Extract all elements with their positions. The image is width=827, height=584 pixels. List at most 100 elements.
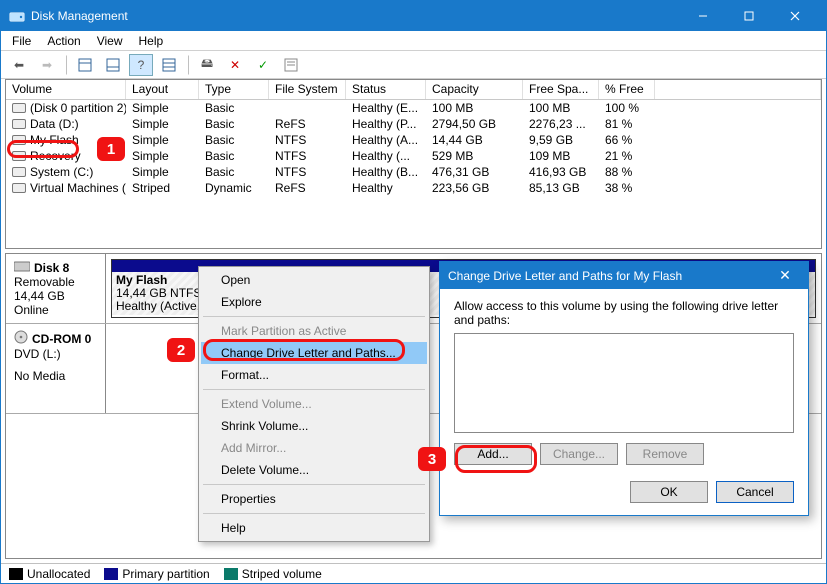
dialog-close-button[interactable]: ✕ bbox=[770, 267, 800, 284]
col-type[interactable]: Type bbox=[199, 80, 269, 99]
ctx-explore[interactable]: Explore bbox=[201, 291, 427, 313]
ctx-sep bbox=[203, 484, 425, 485]
volume-list[interactable]: Volume Layout Type File System Status Ca… bbox=[5, 79, 822, 249]
check-button[interactable]: ✓ bbox=[251, 54, 275, 76]
cdrom-title: CD-ROM 0 bbox=[32, 332, 91, 346]
volume-cell: 223,56 GB bbox=[426, 181, 523, 195]
disk-size: 14,44 GB bbox=[14, 289, 97, 303]
volume-cell: Healthy bbox=[346, 181, 426, 195]
ok-button[interactable]: OK bbox=[630, 481, 708, 503]
change-button: Change... bbox=[540, 443, 618, 465]
volume-cell: Healthy (B... bbox=[346, 165, 426, 179]
volume-cell: ReFS bbox=[269, 117, 346, 131]
remove-button: Remove bbox=[626, 443, 704, 465]
drive-icon bbox=[12, 103, 26, 113]
titlebar[interactable]: Disk Management bbox=[1, 1, 826, 31]
legend-swatch-primary bbox=[104, 568, 118, 580]
volume-cell: 100 % bbox=[599, 101, 655, 115]
close-button[interactable] bbox=[772, 1, 818, 31]
settings-button[interactable] bbox=[157, 54, 181, 76]
volume-cell: Dynamic bbox=[199, 181, 269, 195]
volume-cell: 476,31 GB bbox=[426, 165, 523, 179]
drive-icon bbox=[12, 167, 26, 177]
volume-cell: 88 % bbox=[599, 165, 655, 179]
dialog-title: Change Drive Letter and Paths for My Fla… bbox=[448, 269, 770, 283]
col-pct[interactable]: % Free bbox=[599, 80, 655, 99]
col-status[interactable]: Status bbox=[346, 80, 426, 99]
annotation-marker-3: 3 bbox=[418, 447, 446, 471]
ctx-open[interactable]: Open bbox=[201, 269, 427, 291]
context-menu[interactable]: Open Explore Mark Partition as Active Ch… bbox=[198, 266, 430, 542]
col-filler bbox=[655, 80, 821, 99]
volume-cell: Healthy (P... bbox=[346, 117, 426, 131]
volume-row[interactable]: My FlashSimpleBasicNTFSHealthy (A...14,4… bbox=[6, 132, 821, 148]
volume-cell: Basic bbox=[199, 165, 269, 179]
volume-row[interactable]: System (C:)SimpleBasicNTFSHealthy (B...4… bbox=[6, 164, 821, 180]
ctx-mark-active: Mark Partition as Active bbox=[201, 320, 427, 342]
volume-cell: 2276,23 ... bbox=[523, 117, 599, 131]
drive-icon bbox=[12, 151, 26, 161]
ctx-shrink[interactable]: Shrink Volume... bbox=[201, 415, 427, 437]
volume-cell: NTFS bbox=[269, 133, 346, 147]
forward-button[interactable]: ➡ bbox=[35, 54, 59, 76]
volume-cell: Simple bbox=[126, 165, 199, 179]
ctx-change-drive-letter[interactable]: Change Drive Letter and Paths... bbox=[201, 342, 427, 364]
legend: Unallocated Primary partition Striped vo… bbox=[1, 563, 826, 583]
col-volume[interactable]: Volume bbox=[6, 80, 126, 99]
volume-cell: Healthy (A... bbox=[346, 133, 426, 147]
disk-icon bbox=[14, 260, 30, 275]
volume-cell: 38 % bbox=[599, 181, 655, 195]
volume-cell: NTFS bbox=[269, 149, 346, 163]
col-layout[interactable]: Layout bbox=[126, 80, 199, 99]
ctx-help[interactable]: Help bbox=[201, 517, 427, 539]
disk-state: Online bbox=[14, 303, 97, 317]
toolbar-separator bbox=[65, 55, 67, 75]
volume-row[interactable]: Virtual Machines (...StripedDynamicReFSH… bbox=[6, 180, 821, 196]
cdrom-label: CD-ROM 0 DVD (L:) No Media bbox=[6, 324, 106, 413]
menu-help[interactable]: Help bbox=[132, 32, 171, 50]
volume-cell: 2794,50 GB bbox=[426, 117, 523, 131]
volume-row[interactable]: Data (D:)SimpleBasicReFSHealthy (P...279… bbox=[6, 116, 821, 132]
drive-icon bbox=[12, 183, 26, 193]
legend-swatch-striped bbox=[224, 568, 238, 580]
volume-cell: Healthy (E... bbox=[346, 101, 426, 115]
ctx-extend: Extend Volume... bbox=[201, 393, 427, 415]
volume-row[interactable]: RecoverySimpleBasicNTFSHealthy (...529 M… bbox=[6, 148, 821, 164]
help-button[interactable]: ? bbox=[129, 54, 153, 76]
dialog-titlebar[interactable]: Change Drive Letter and Paths for My Fla… bbox=[440, 262, 808, 289]
cdrom-icon bbox=[14, 330, 28, 347]
view-bottom-button[interactable] bbox=[101, 54, 125, 76]
properties-button[interactable] bbox=[279, 54, 303, 76]
legend-swatch-unallocated bbox=[9, 568, 23, 580]
back-button[interactable]: ⬅ bbox=[7, 54, 31, 76]
app-icon bbox=[9, 8, 25, 24]
col-fs[interactable]: File System bbox=[269, 80, 346, 99]
menu-action[interactable]: Action bbox=[40, 32, 87, 50]
ctx-properties[interactable]: Properties bbox=[201, 488, 427, 510]
volume-cell: 529 MB bbox=[426, 149, 523, 163]
volume-cell: Simple bbox=[126, 117, 199, 131]
maximize-button[interactable] bbox=[726, 1, 772, 31]
minimize-button[interactable] bbox=[680, 1, 726, 31]
paths-listbox[interactable] bbox=[454, 333, 794, 433]
disk-kind: Removable bbox=[14, 275, 97, 289]
delete-button[interactable]: ✕ bbox=[223, 54, 247, 76]
disk-8-label: Disk 8 Removable 14,44 GB Online bbox=[6, 254, 106, 323]
legend-striped: Striped volume bbox=[242, 567, 322, 581]
volume-cell: Virtual Machines (... bbox=[6, 181, 126, 195]
ctx-delete[interactable]: Delete Volume... bbox=[201, 459, 427, 481]
view-top-button[interactable] bbox=[73, 54, 97, 76]
volume-cell: (Disk 0 partition 2) bbox=[6, 101, 126, 115]
add-button[interactable]: Add... bbox=[454, 443, 532, 465]
ctx-format[interactable]: Format... bbox=[201, 364, 427, 386]
rescan-button[interactable]: 🖴 bbox=[195, 54, 219, 76]
volume-row[interactable]: (Disk 0 partition 2)SimpleBasicHealthy (… bbox=[6, 100, 821, 116]
col-free[interactable]: Free Spa... bbox=[523, 80, 599, 99]
menu-file[interactable]: File bbox=[5, 32, 38, 50]
col-capacity[interactable]: Capacity bbox=[426, 80, 523, 99]
volume-cell: 100 MB bbox=[523, 101, 599, 115]
change-drive-letter-dialog[interactable]: Change Drive Letter and Paths for My Fla… bbox=[439, 261, 809, 516]
cancel-button[interactable]: Cancel bbox=[716, 481, 794, 503]
volume-cell: Basic bbox=[199, 117, 269, 131]
menu-view[interactable]: View bbox=[90, 32, 130, 50]
